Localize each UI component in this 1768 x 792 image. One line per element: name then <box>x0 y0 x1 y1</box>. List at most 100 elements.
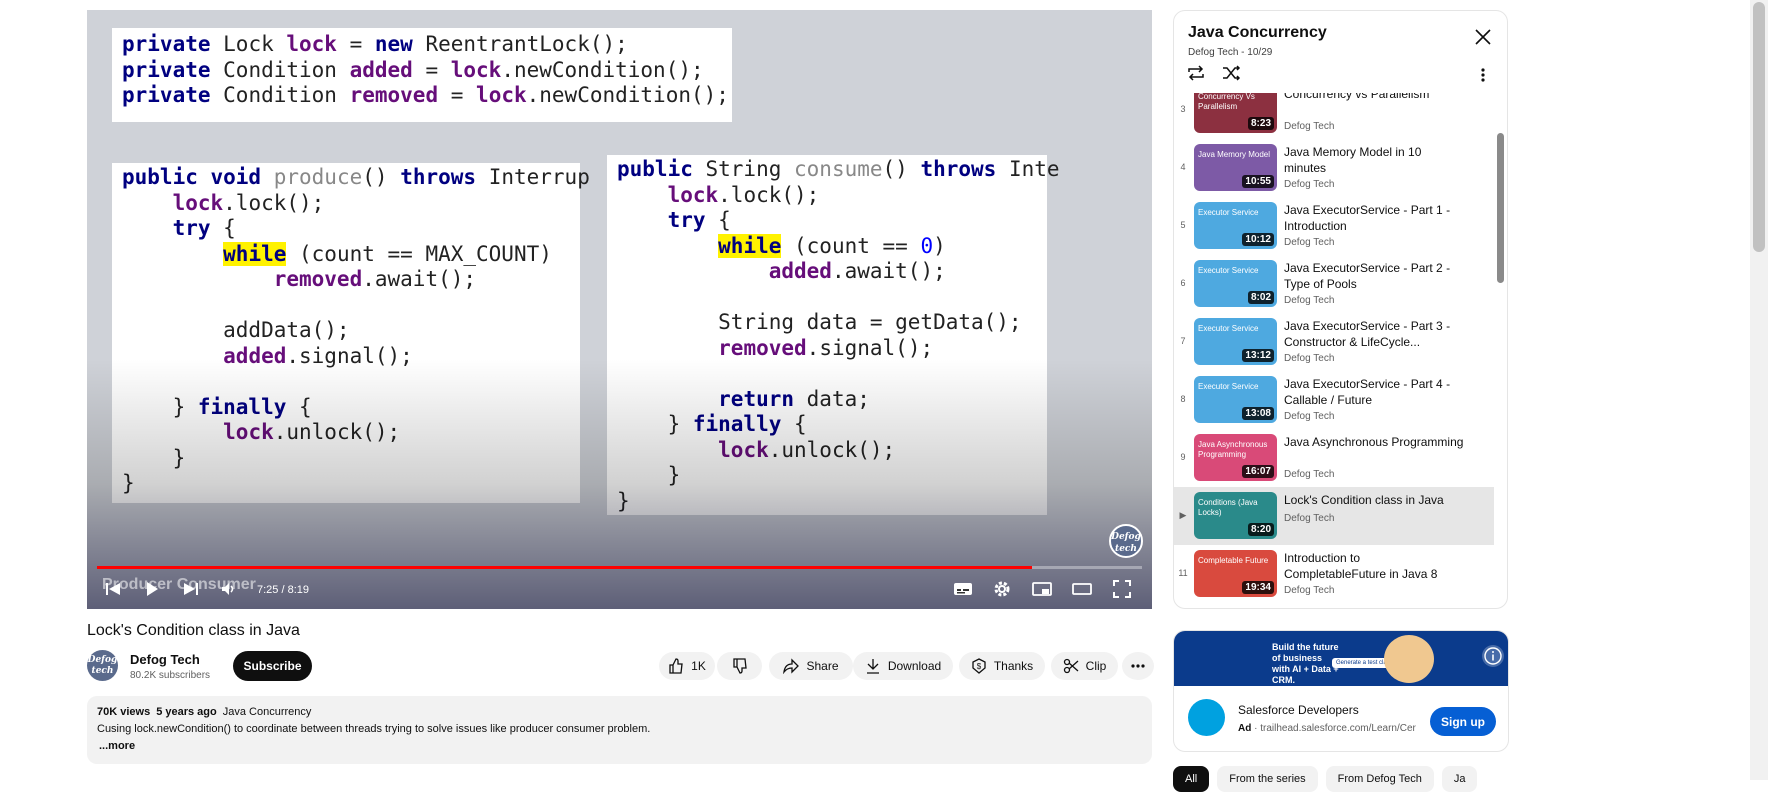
playlist-item-title[interactable]: Java ExecutorService - Part 4 - Callable… <box>1284 376 1464 408</box>
mute-button[interactable] <box>218 578 240 600</box>
show-more-link[interactable]: ...more <box>99 740 135 752</box>
playlist-item[interactable]: 7 Executor Service 13:12 Java ExecutorServi… <box>1174 313 1494 371</box>
thanks-button[interactable]: $ Thanks <box>959 652 1045 680</box>
playlist-panel: Java Concurrency Defog Tech - 10/29 3 Con… <box>1173 10 1508 609</box>
playlist-item-title[interactable]: Java ExecutorService - Part 1 - Introduc… <box>1284 202 1464 234</box>
playlist-item-channel[interactable]: Defog Tech <box>1284 353 1334 364</box>
playlist-item-thumbnail[interactable]: Executor Service 8:02 <box>1194 260 1277 307</box>
download-button[interactable]: Download <box>853 652 953 680</box>
miniplayer-button[interactable] <box>1031 578 1053 600</box>
playlist-item[interactable]: 3 Concurrency Vs Parallelism 8:23 Concurren… <box>1174 93 1494 139</box>
playlist-item-title[interactable]: Java ExecutorService - Part 3 - Construc… <box>1284 318 1464 350</box>
share-label: Share <box>806 659 839 673</box>
playlist-item-channel[interactable]: Defog Tech <box>1284 585 1334 596</box>
ad-signup-button[interactable]: Sign up <box>1430 707 1496 736</box>
playlist-item-title[interactable]: Java ExecutorService - Part 2 - Type of … <box>1284 260 1464 292</box>
dislike-button[interactable] <box>717 652 762 680</box>
shuffle-button[interactable] <box>1222 65 1244 85</box>
thumbnail-caption: Executor Service <box>1198 324 1259 333</box>
ad-card[interactable]: Build the future of business with AI + D… <box>1173 630 1509 752</box>
chip-all[interactable]: All <box>1173 766 1210 792</box>
playlist-item[interactable]: 12What are coroutines (aka Java...Defog … <box>1174 603 1494 609</box>
progress-fill <box>97 566 1033 569</box>
playlist-item-title[interactable]: Concurrency vs Parallelism <box>1284 93 1464 102</box>
playlist-item[interactable]: 5 Executor Service 10:12 Java ExecutorServi… <box>1174 197 1494 255</box>
channel-avatar[interactable]: Defog tech <box>87 650 118 681</box>
play-button[interactable] <box>140 577 164 601</box>
duration-badge: 16:07 <box>1242 465 1274 478</box>
channel-name[interactable]: Defog Tech <box>130 652 200 667</box>
advertiser-name[interactable]: Salesforce Developers <box>1238 703 1359 717</box>
playlist-item[interactable]: 4 Java Memory Model 10:55 Java Memory Model… <box>1174 139 1494 197</box>
clip-button[interactable]: Clip <box>1051 652 1118 680</box>
playlist-item-thumbnail[interactable] <box>1194 608 1277 609</box>
thumbnail-caption: Java Memory Model <box>1198 150 1271 159</box>
settings-button[interactable] <box>991 578 1013 600</box>
playlist-item-channel[interactable]: Defog Tech <box>1284 179 1334 190</box>
playlist-link[interactable]: Java Concurrency <box>223 706 312 718</box>
playlist-item-channel[interactable]: Defog Tech <box>1284 295 1334 306</box>
like-button[interactable]: 1K <box>659 652 715 680</box>
description-meta: 70K views 5 years ago Java Concurrency <box>97 706 317 718</box>
chip-java[interactable]: Ja <box>1441 766 1478 792</box>
page-scrollbar-thumb[interactable] <box>1753 2 1765 252</box>
playlist-item-thumbnail[interactable]: Completable Future 19:34 <box>1194 550 1277 597</box>
fullscreen-button[interactable] <box>1111 578 1133 600</box>
playlist-scrollbar[interactable] <box>1497 133 1504 283</box>
more-actions-button[interactable] <box>1122 652 1154 680</box>
chip-from-channel[interactable]: From Defog Tech <box>1325 766 1434 792</box>
chip-from-series[interactable]: From the series <box>1217 766 1318 792</box>
playlist-item-thumbnail[interactable]: Executor Service 13:08 <box>1194 376 1277 423</box>
playlist-item[interactable]: 9 Java Asynchronous Programming 16:07 Java … <box>1174 429 1494 487</box>
theater-mode-button[interactable] <box>1071 578 1093 600</box>
loop-button[interactable] <box>1186 65 1208 85</box>
playlist-item-index: 5 <box>1180 220 1186 230</box>
playlist-item-thumbnail[interactable]: Conditions (Java Locks) 8:20 <box>1194 492 1277 539</box>
ad-info-button[interactable] <box>1482 645 1504 667</box>
description-box[interactable]: 70K views 5 years ago Java Concurrency Cus… <box>87 696 1152 764</box>
playlist-item-title[interactable]: Lock's Condition class in Java <box>1284 492 1464 508</box>
previous-button[interactable] <box>102 578 124 600</box>
playlist-item[interactable]: 8 Executor Service 13:08 Java ExecutorServi… <box>1174 371 1494 429</box>
playlist-item[interactable]: 6 Executor Service 8:02 Java ExecutorServic… <box>1174 255 1494 313</box>
playlist-item-channel[interactable]: Defog Tech <box>1284 513 1334 524</box>
playlist-more-button[interactable] <box>1480 67 1490 85</box>
playlist-item[interactable]: ▶ Conditions (Java Locks) 8:20 Lock's Condi… <box>1174 487 1494 545</box>
playlist-item-channel[interactable]: Defog Tech <box>1284 469 1334 480</box>
subscribe-button[interactable]: Subscribe <box>233 651 312 681</box>
playlist-item-channel[interactable]: Defog Tech <box>1284 121 1334 132</box>
playlist-item-thumbnail[interactable]: Java Asynchronous Programming 16:07 <box>1194 434 1277 481</box>
playlist-item-thumbnail[interactable]: Executor Service 13:12 <box>1194 318 1277 365</box>
advertiser-logo[interactable] <box>1188 699 1225 736</box>
duration-badge: 8:23 <box>1247 117 1274 130</box>
playlist-item-title[interactable]: Introduction to CompletableFuture in Jav… <box>1284 550 1464 582</box>
playlist-item-index: 8 <box>1180 394 1186 404</box>
playlist-item-title[interactable]: Java Memory Model in 10 minutes <box>1284 144 1464 176</box>
playlist-item-thumbnail[interactable]: Executor Service 10:12 <box>1194 202 1277 249</box>
close-playlist-button[interactable] <box>1474 28 1494 48</box>
progress-bar[interactable] <box>97 566 1142 569</box>
thumbnail-caption: Concurrency Vs Parallelism <box>1198 93 1255 111</box>
controls-gradient <box>87 359 1152 609</box>
thanks-label: Thanks <box>993 659 1034 673</box>
playlist-item-thumbnail[interactable]: Java Memory Model 10:55 <box>1194 144 1277 191</box>
playlist-item[interactable]: 11 Completable Future 19:34 Introduction to… <box>1174 545 1494 603</box>
playlist-title[interactable]: Java Concurrency <box>1188 24 1327 42</box>
info-icon <box>1484 647 1502 665</box>
playlist-item-thumbnail[interactable]: Concurrency Vs Parallelism 8:23 <box>1194 93 1277 133</box>
duration-badge: 8:20 <box>1247 523 1274 536</box>
channel-watermark[interactable]: Defog tech <box>1109 524 1143 558</box>
playlist-item-channel[interactable]: Defog Tech <box>1284 411 1334 422</box>
ad-banner[interactable]: Build the future of business with AI + D… <box>1174 631 1508 686</box>
playlist-item-index: 3 <box>1180 104 1186 114</box>
loop-icon <box>1188 65 1204 81</box>
share-button[interactable]: Share <box>769 652 853 680</box>
playlist-item-channel[interactable]: Defog Tech <box>1284 237 1334 248</box>
next-button[interactable] <box>180 578 202 600</box>
thumbnail-caption: Executor Service <box>1198 382 1259 391</box>
playlist-item-title[interactable]: Java Asynchronous Programming <box>1284 434 1464 450</box>
playlist-item-title[interactable]: What are coroutines (aka Java... <box>1284 608 1464 609</box>
ad-mascot-image <box>1384 635 1434 683</box>
video-player[interactable]: private Lock lock = new ReentrantLock();… <box>87 10 1152 609</box>
subtitles-button[interactable] <box>951 578 975 600</box>
